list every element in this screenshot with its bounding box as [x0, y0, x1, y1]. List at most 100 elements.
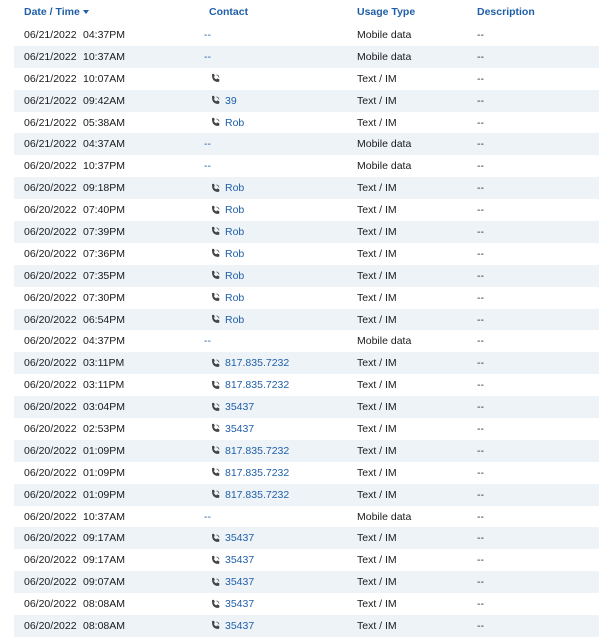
contact-link[interactable]: 817.835.7232 — [225, 467, 289, 479]
contact-link[interactable]: Rob — [225, 182, 244, 194]
table-row: 06/20/2022 09:17AM 35437 Text / IM -- — [14, 549, 599, 572]
contact-link[interactable]: Rob — [225, 314, 244, 326]
cell-usage-type: Text / IM — [357, 598, 397, 611]
table-row: 06/20/2022 07:36PM Rob Text / IM -- — [14, 242, 599, 265]
header-contact[interactable]: Contact — [199, 6, 357, 18]
cell-description: -- — [477, 269, 484, 282]
cell-description: -- — [477, 488, 484, 501]
contact-link[interactable]: 35437 — [225, 532, 254, 544]
cell-description: -- — [477, 466, 484, 479]
table-row: 06/20/2022 01:09PM 817.835.7232 Text / IM -- — [14, 461, 599, 484]
cell-description: -- — [477, 94, 484, 107]
cell-time: 01:09PM — [83, 466, 126, 479]
cell-date: 06/20/2022 — [24, 444, 77, 457]
cell-usage-type: Text / IM — [357, 94, 397, 107]
cell-date: 06/20/2022 — [24, 291, 77, 304]
cell-usage-type: Mobile data — [357, 510, 412, 523]
contact-link[interactable]: 39 — [225, 95, 237, 107]
cell-date: 06/20/2022 — [24, 204, 77, 217]
cell-date: 06/20/2022 — [24, 247, 77, 260]
phone-icon — [210, 423, 221, 434]
contact-link[interactable]: -- — [204, 138, 211, 150]
cell-description: -- — [477, 225, 484, 238]
cell-description: -- — [477, 247, 484, 260]
phone-icon — [210, 95, 221, 106]
contact-link[interactable]: 35437 — [225, 423, 254, 435]
contact-link[interactable]: Rob — [225, 204, 244, 216]
cell-contact: 817.835.7232 — [199, 379, 357, 391]
contact-link[interactable]: -- — [204, 29, 211, 41]
contact-link[interactable]: Rob — [225, 292, 244, 304]
table-row: 06/20/2022 07:30PM Rob Text / IM -- — [14, 286, 599, 309]
table-row: 06/20/2022 07:40PM Rob Text / IM -- — [14, 199, 599, 222]
cell-usage-type: Text / IM — [357, 488, 397, 501]
cell-description: -- — [477, 291, 484, 304]
contact-link[interactable]: 35437 — [225, 554, 254, 566]
cell-description: -- — [477, 357, 484, 370]
cell-time: 03:11PM — [83, 379, 125, 392]
contact-link[interactable]: 817.835.7232 — [225, 489, 289, 501]
cell-time: 02:53PM — [83, 422, 126, 435]
cell-date: 06/20/2022 — [24, 554, 77, 567]
contact-link[interactable]: 35437 — [225, 576, 254, 588]
cell-time: 03:04PM — [83, 401, 126, 414]
phone-icon — [210, 226, 221, 237]
contact-link[interactable]: 35437 — [225, 620, 254, 632]
cell-usage-type: Text / IM — [357, 466, 397, 479]
contact-link[interactable]: Rob — [225, 270, 244, 282]
contact-link[interactable]: 817.835.7232 — [225, 445, 289, 457]
table-row: 06/20/2022 08:08AM 35437 Text / IM -- — [14, 593, 599, 616]
cell-description: -- — [477, 28, 484, 41]
table-row: 06/20/2022 01:09PM 817.835.7232 Text / IM -- — [14, 483, 599, 506]
phone-icon — [210, 599, 221, 610]
cell-usage-type: Text / IM — [357, 357, 397, 370]
contact-link[interactable]: Rob — [225, 117, 244, 129]
cell-usage-type: Mobile data — [357, 28, 412, 41]
cell-description: -- — [477, 160, 484, 173]
contact-link[interactable]: -- — [204, 335, 211, 347]
cell-description: -- — [477, 335, 484, 348]
table-row: 06/21/2022 05:38AM Rob Text / IM -- — [14, 111, 599, 134]
header-description[interactable]: Description — [477, 6, 599, 18]
cell-date: 06/21/2022 — [24, 72, 77, 85]
cell-contact: Rob — [199, 182, 357, 194]
cell-date: 06/21/2022 — [24, 28, 77, 41]
phone-icon — [210, 358, 221, 369]
cell-time: 04:37PM — [83, 28, 126, 41]
contact-link[interactable]: -- — [204, 51, 211, 63]
cell-date: 06/20/2022 — [24, 335, 77, 348]
cell-time: 06:54PM — [83, 313, 126, 326]
sort-descending-icon[interactable] — [82, 10, 89, 15]
cell-date: 06/20/2022 — [24, 225, 77, 238]
cell-usage-type: Text / IM — [357, 72, 397, 85]
contact-link[interactable]: Rob — [225, 226, 244, 238]
cell-date: 06/20/2022 — [24, 576, 77, 589]
cell-time: 07:40PM — [83, 204, 126, 217]
cell-time: 09:17AM — [83, 554, 126, 567]
phone-icon — [210, 380, 221, 391]
cell-description: -- — [477, 72, 484, 85]
cell-date: 06/21/2022 — [24, 116, 77, 129]
cell-time: 08:08AM — [83, 619, 126, 632]
cell-date: 06/20/2022 — [24, 313, 77, 326]
contact-link[interactable]: -- — [204, 511, 211, 523]
cell-contact: 817.835.7232 — [199, 357, 357, 369]
contact-link[interactable]: 35437 — [225, 598, 254, 610]
contact-link[interactable]: 35437 — [225, 401, 254, 413]
header-usage-type[interactable]: Usage Type — [357, 6, 477, 18]
cell-time: 07:30PM — [83, 291, 126, 304]
cell-time: 07:35PM — [83, 269, 126, 282]
header-date-time[interactable]: Date / Time — [14, 6, 199, 18]
table-row: 06/20/2022 07:39PM Rob Text / IM -- — [14, 221, 599, 243]
contact-link[interactable]: 817.835.7232 — [225, 357, 289, 369]
table-row: 06/20/2022 03:11PM 817.835.7232 Text / IM -- — [14, 352, 599, 375]
cell-date: 06/20/2022 — [24, 379, 77, 392]
cell-usage-type: Text / IM — [357, 379, 397, 392]
contact-link[interactable]: 817.835.7232 — [225, 379, 289, 391]
contact-link[interactable]: Rob — [225, 248, 244, 260]
cell-contact: 817.835.7232 — [199, 445, 357, 457]
contact-link[interactable]: -- — [204, 160, 211, 172]
cell-usage-type: Text / IM — [357, 182, 397, 195]
cell-date: 06/20/2022 — [24, 357, 77, 370]
header-date-time-label[interactable]: Date / Time — [24, 6, 80, 18]
